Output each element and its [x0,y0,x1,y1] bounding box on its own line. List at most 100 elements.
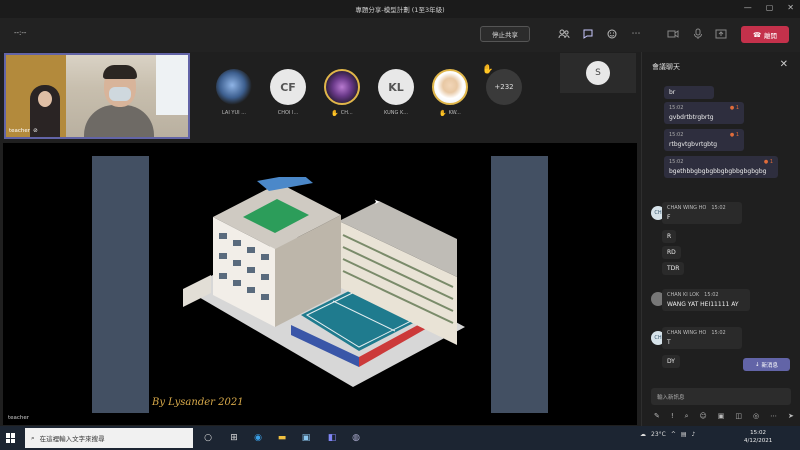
windows-start-icon[interactable] [6,433,16,443]
more-options-icon[interactable]: ⋯ [770,412,777,421]
taskbar-search[interactable]: ⌕ 在這裡輸入文字來搜尋 [25,428,193,448]
stop-sharing-button[interactable]: 停止共享 [480,26,530,42]
spotlight-avatar: S [586,61,610,85]
send-icon[interactable]: ➤ [788,412,794,421]
clock-time: 15:02 [750,430,767,436]
close-window-button[interactable]: ✕ [787,3,794,12]
chat-message-own: br [664,86,714,99]
participant-name-text: KW... [448,110,461,116]
taskbar-clock[interactable]: 15:02 4/12/2021 [744,429,772,445]
new-messages-label: 新消息 [761,362,779,369]
volume-icon[interactable]: ♪ [692,431,696,438]
window-controls: — ▢ ✕ [744,3,794,12]
new-messages-button[interactable]: ↓ 新消息 [743,358,790,371]
message-time: 15:02 [711,330,726,336]
self-video-tile[interactable]: teacher ⊘ [4,53,190,139]
message-text: br [669,89,676,96]
raised-hand-icon: ✋ [482,65,494,75]
chat-icon[interactable] [581,27,595,41]
mic-icon[interactable] [691,27,705,41]
chevron-up-icon[interactable]: ^ [671,431,676,438]
message-text: RD [667,249,676,256]
sender-name: CHAN KI LOK [667,292,700,298]
priority-icon[interactable]: ! [671,412,674,421]
app-icon[interactable]: ◍ [350,432,362,444]
compose-message-input[interactable]: 輸入新訊息 [651,388,791,405]
minimize-button[interactable]: — [744,3,752,12]
participant-tile[interactable]: KL KUNG K... [376,69,416,117]
loop-icon[interactable]: ◎ [753,412,759,421]
self-video-label: teacher ⊘ [9,128,38,134]
reactions-icon[interactable] [605,27,619,41]
participant-name-text: KUNG K... [383,110,409,116]
store-icon[interactable]: ▣ [300,432,312,444]
sender-initials: CH [654,210,662,216]
participant-name: CHOI I... [278,110,299,116]
chat-message-line: TDR [662,262,685,275]
message-text: rtbgvtgbvrtgbtg [669,141,718,148]
network-icon[interactable]: ▤ [681,431,687,438]
message-text: WANG YAT HEI11111 AY [667,301,739,308]
arrow-down-icon: ↓ [754,361,760,368]
edge-browser-icon[interactable]: ◉ [252,432,264,444]
person-right-hair [103,65,137,79]
sender-name: CHAN WING HO [667,205,707,211]
window-title: 專題分享-模型計劃 (1至3年級) [355,6,445,14]
more-participants-tile[interactable]: ✋ +232 [482,65,524,117]
participant-tile[interactable]: ✋ CH... [322,69,362,117]
spotlight-tile[interactable]: S [560,53,636,93]
more-icon[interactable]: ⋯ [629,27,643,41]
pillarbox-right [491,156,548,413]
artist-signature: By Lysander 2021 [152,397,244,408]
share-tray-icon[interactable] [714,27,728,41]
participant-tile[interactable]: LAI YUI ... [214,69,254,117]
message-meta: CHAN KI LOK 15:02 [667,292,745,298]
pillarbox-left [92,156,149,413]
people-icon[interactable] [557,27,571,41]
maximize-button[interactable]: ▢ [766,3,774,12]
leave-label: 離開 [764,31,778,40]
task-view-icon[interactable]: ○ [202,432,214,444]
participant-avatar [432,69,468,105]
phone-hangup-icon: ☎ [752,30,762,39]
compose-toolbar: ✎ ! ⌕ ☺ ▣ ◫ ◎ ⋯ ➤ [654,412,794,421]
sender-initials: CH [654,335,662,341]
meeting-timer: --:-- [14,29,27,37]
participant-tile[interactable]: CF CHOI I... [268,69,308,117]
chat-message-other: CHAN WING HO 15:02 T [662,327,742,349]
message-meta: 15:02 ● 1 [669,105,739,111]
chat-message-other: CHAN WING HO 15:02 F [662,202,742,224]
participant-name: KUNG K... [384,110,408,116]
leave-button[interactable]: ☎ 離開 [741,26,789,43]
sender-name: CHAN WING HO [667,330,707,336]
message-time: 15:02 [669,132,684,138]
participant-tile[interactable]: ✋ KW... [430,69,470,117]
windows-taskbar: ⌕ 在這裡輸入文字來搜尋 ○ ⊞ ◉ ▬ ▣ ◧ ◍ ☁ 23°C ^ ▤ ♪ … [0,426,800,450]
teams-icon[interactable]: ◧ [326,432,338,444]
weather-icon: ☁ [640,431,646,438]
file-explorer-icon[interactable]: ▬ [276,432,288,444]
message-text: R [667,233,672,240]
reaction-count: ● 1 [729,132,739,138]
mic-off-icon: ⊘ [33,128,38,134]
message-text: TDR [667,265,680,272]
message-text: bgethbbgbgbgbbgbgbbgbgbgbg [669,168,767,175]
camera-icon[interactable] [666,27,680,41]
gif-icon[interactable]: ▣ [718,412,725,421]
participant-avatar: CF [270,69,306,105]
participant-name: LAI YUI ... [222,110,246,116]
chat-message-line: R [662,230,677,243]
emoji-icon[interactable]: ☺ [700,412,707,421]
chat-message-line: RD [662,246,681,259]
attach-icon[interactable]: ⌕ [685,412,689,421]
task-switch-icon[interactable]: ⊞ [228,432,240,444]
person-right-body [84,105,154,137]
meeting-toolbar: --:-- 停止共享 ⋯ ☎ 離開 [0,18,800,52]
participant-name: ✋ KW... [439,110,461,117]
participant-avatar [324,69,360,105]
format-icon[interactable]: ✎ [654,412,660,421]
sticker-icon[interactable]: ◫ [735,412,742,421]
reaction-value: 1 [769,159,773,165]
message-meta: 15:02 ● 1 [669,159,773,165]
close-chat-icon[interactable]: ✕ [780,59,788,70]
